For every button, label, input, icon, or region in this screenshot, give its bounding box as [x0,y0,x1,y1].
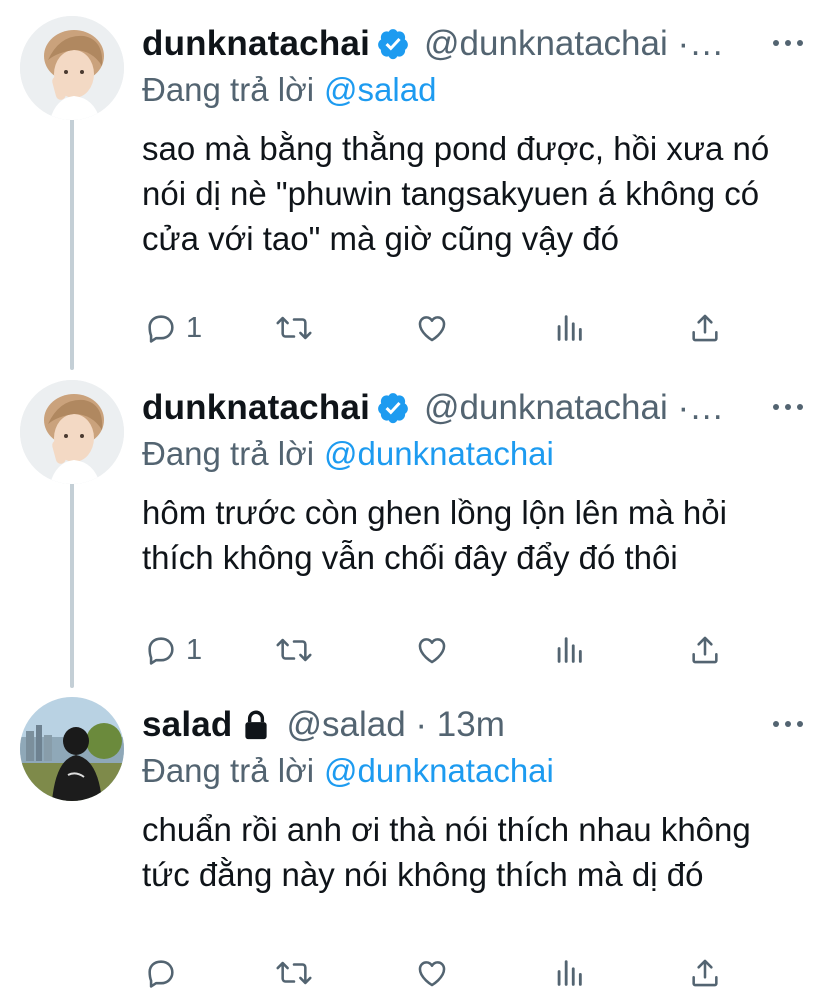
display-name[interactable]: dunknatachai [142,20,370,68]
reply-icon [148,637,174,665]
replying-to: Đang trả lời @salad [142,68,436,112]
replying-to-mention[interactable]: @dunknatachai [324,752,554,789]
avatar[interactable] [20,16,124,120]
analytics-button[interactable] [552,628,586,672]
reply-button[interactable] [144,951,186,995]
more-icon[interactable] [770,28,806,58]
reply-count: 1 [186,633,203,666]
more-icon[interactable] [770,392,806,422]
replying-to-mention[interactable]: @dunknatachai [324,435,554,472]
retweet-icon [276,961,312,985]
avatar-salad-image [20,697,124,801]
tweet-text: hôm trước còn ghen lồng lộn lên mà hỏi t… [142,494,727,576]
analytics-icon [557,960,582,986]
handle[interactable]: @salad · 13m [287,701,505,749]
verified-badge-icon [378,393,408,424]
replying-to-label: Đang trả lời [142,752,315,789]
handle[interactable]: @dunknatachai ·… [424,384,724,432]
replying-to-label: Đang trả lời [142,71,315,108]
retweet-button[interactable] [274,951,322,995]
replying-to-label: Đang trả lời [142,435,315,472]
replying-to-mention[interactable]: @salad [324,71,436,108]
avatar[interactable] [20,697,124,801]
reply-icon [148,315,174,343]
verified-badge-icon [378,29,408,60]
analytics-icon [557,315,582,341]
reply-button[interactable]: 1 [144,628,202,672]
display-name[interactable]: salad [142,701,233,749]
like-icon [418,316,446,342]
share-icon [692,636,718,664]
avatar-dunknatachai-image [20,380,124,484]
reply-button[interactable]: 1 [144,306,202,350]
tweet-header: dunknatachai @dunknatachai ·… [142,20,762,68]
retweet-button[interactable] [274,628,322,672]
share-icon [692,959,718,987]
tweet-header: salad @salad · 13m [142,701,762,749]
like-button[interactable] [414,628,458,672]
replying-to: Đang trả lời @dunknatachai [142,432,554,476]
more-icon[interactable] [770,709,806,739]
share-button[interactable] [688,306,722,350]
tweet[interactable]: dunknatachai @dunknatachai ·… Đang trả l… [0,16,828,356]
share-button[interactable] [688,628,722,672]
replying-to: Đang trả lời @dunknatachai [142,749,554,793]
avatar[interactable] [20,380,124,484]
tweet-text: chuẩn rồi anh ơi thà nói thích nhau khôn… [142,811,751,893]
tweet-actions: 1 [142,628,742,672]
tweet[interactable]: salad @salad · 13m Đang trả lời @dunknata… [0,697,828,997]
avatar-dunknatachai-image [20,16,124,120]
like-icon [418,638,446,664]
tweet-actions: 1 [142,306,742,350]
share-button[interactable] [688,951,722,995]
retweet-icon [276,316,312,340]
analytics-button[interactable] [552,951,586,995]
handle[interactable]: @dunknatachai ·… [424,20,724,68]
analytics-icon [557,637,582,663]
like-button[interactable] [414,951,458,995]
share-icon [692,314,718,342]
lock-icon [244,710,267,740]
like-icon [418,961,446,987]
analytics-button[interactable] [552,306,586,350]
tweet[interactable]: dunknatachai @dunknatachai ·… Đang trả l… [0,380,828,680]
reply-icon [148,960,174,988]
tweet-header: dunknatachai @dunknatachai ·… [142,384,762,432]
retweet-button[interactable] [274,306,322,350]
tweet-actions [142,951,742,995]
reply-count: 1 [186,311,203,344]
tweet-text: sao mà bằng thằng pond được, hồi xưa nó … [142,130,770,257]
display-name[interactable]: dunknatachai [142,384,370,432]
retweet-icon [276,638,312,662]
like-button[interactable] [414,306,458,350]
